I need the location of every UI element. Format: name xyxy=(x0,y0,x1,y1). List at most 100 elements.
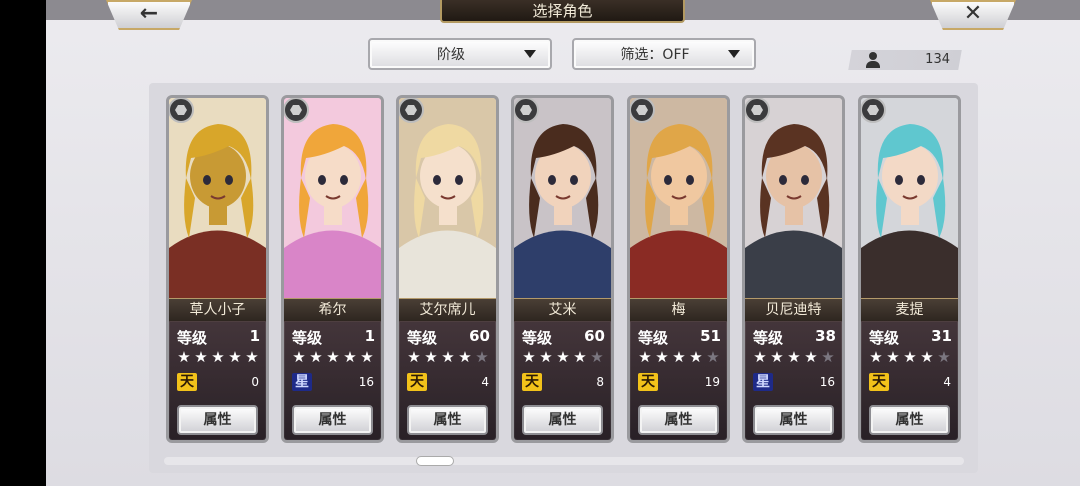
back-button[interactable]: ← xyxy=(106,0,192,30)
star-icon: ★ xyxy=(407,348,420,366)
star-rating: ★ ★ ★ ★ ★ xyxy=(867,349,955,365)
character-card[interactable]: 草人小子 等级 1 ★ ★ ★ ★ ★ 天 0 属性 xyxy=(166,95,269,443)
class-badge-icon xyxy=(861,98,886,123)
level-value: 60 xyxy=(584,327,605,345)
tier-row: 星 16 xyxy=(292,373,376,393)
attributes-button[interactable]: 属性 xyxy=(753,405,834,435)
character-card[interactable]: 梅等级 51 ★ ★ ★ ★ ★ 天 19 属性 xyxy=(627,95,730,443)
star-icon: ★ xyxy=(360,348,373,366)
star-icon: ★ xyxy=(672,348,685,366)
character-name: 艾米 xyxy=(514,298,611,322)
level-row: 等级 51 xyxy=(638,327,721,347)
character-card[interactable]: 艾米 等级 60 ★ ★ ★ ★ ★ 天 8 属性 xyxy=(511,95,614,443)
character-name: 草人小子 xyxy=(169,298,266,322)
attributes-button[interactable]: 属性 xyxy=(522,405,603,435)
rank-sort-dropdown[interactable]: 阶级 xyxy=(368,38,552,70)
attributes-button[interactable]: 属性 xyxy=(407,405,488,435)
horizontal-scrollbar[interactable] xyxy=(164,457,964,465)
character-info-panel: 等级 31 ★ ★ ★ ★ ★ 天 4 属性 xyxy=(861,321,958,440)
close-button[interactable]: ✕ xyxy=(930,0,1016,30)
tier-row: 天4 xyxy=(407,373,491,393)
level-row: 等级 60 xyxy=(407,327,490,347)
star-icon: ★ xyxy=(245,348,258,366)
filter-dropdown[interactable]: 筛选：OFF xyxy=(572,38,756,70)
scrollbar-thumb[interactable] xyxy=(416,456,454,466)
star-icon: ★ xyxy=(458,348,471,366)
level-label: 等级 xyxy=(522,329,553,347)
class-badge-icon xyxy=(514,98,539,123)
star-icon: ★ xyxy=(655,348,668,366)
character-info-panel: 等级 38 ★ ★ ★ ★ ★ 星 16 属性 xyxy=(745,321,842,440)
character-name: 梅 xyxy=(630,298,727,322)
star-icon: ★ xyxy=(211,348,224,366)
rank-sort-label: 阶级 xyxy=(437,47,465,63)
level-row: 等级 31 xyxy=(869,327,952,347)
star-icon: ★ xyxy=(903,348,916,366)
character-name: 麦提 xyxy=(861,298,958,322)
character-card[interactable]: 贝尼迪特 等级 38 ★ ★ ★ ★ ★ 星 16 属性 xyxy=(742,95,845,443)
tier-count: 4 xyxy=(943,375,951,389)
tier-count: 4 xyxy=(481,375,489,389)
attributes-button[interactable]: 属性 xyxy=(177,405,258,435)
character-portrait xyxy=(630,98,727,298)
chevron-down-icon xyxy=(728,50,740,58)
star-rating: ★ ★ ★ ★ ★ xyxy=(636,349,724,365)
star-rating: ★ ★ ★ ★ ★ xyxy=(405,349,493,365)
back-arrow-icon: ← xyxy=(139,0,159,26)
attributes-button[interactable]: 属性 xyxy=(638,405,719,435)
level-label: 等级 xyxy=(292,329,323,347)
tier-icon: 天 xyxy=(407,373,427,391)
tier-row: 天8 xyxy=(522,373,606,393)
tier-icon: 星 xyxy=(753,373,773,391)
level-label: 等级 xyxy=(407,329,438,347)
star-icon: ★ xyxy=(787,348,800,366)
filter-label: 筛选：OFF xyxy=(620,47,690,63)
character-name: 艾尔席儿 xyxy=(399,298,496,322)
character-card[interactable]: 希尔 等级 1 ★ ★ ★ ★ ★ 星 16 属性 xyxy=(281,95,384,443)
character-card[interactable]: 艾尔席儿 等级 60 ★ ★ ★ ★ ★ 天 4 属性 xyxy=(396,95,499,443)
tier-icon: 天 xyxy=(522,373,542,391)
level-value: 60 xyxy=(469,327,490,345)
chevron-down-icon xyxy=(524,50,536,58)
star-icon: ★ xyxy=(522,348,535,366)
close-icon: ✕ xyxy=(963,0,983,26)
character-info-panel: 等级 60 ★ ★ ★ ★ ★ 天 8 属性 xyxy=(514,321,611,440)
star-icon: ★ xyxy=(326,348,339,366)
tier-count: 0 xyxy=(251,375,259,389)
tier-row: 天4 xyxy=(869,373,953,393)
character-portrait xyxy=(284,98,381,298)
character-portrait xyxy=(514,98,611,298)
star-icon: ★ xyxy=(689,348,702,366)
level-label: 等级 xyxy=(638,329,669,347)
level-row: 等级 60 xyxy=(522,327,605,347)
star-rating: ★ ★ ★ ★ ★ xyxy=(290,349,378,365)
star-icon: ★ xyxy=(475,348,488,366)
star-icon: ★ xyxy=(441,348,454,366)
attributes-button[interactable]: 属性 xyxy=(292,405,373,435)
star-icon: ★ xyxy=(886,348,899,366)
tier-row: 星 16 xyxy=(753,373,837,393)
level-value: 1 xyxy=(249,327,260,345)
star-icon: ★ xyxy=(556,348,569,366)
tier-row: 天 19 xyxy=(638,373,722,393)
character-card[interactable]: 麦提 等级 31 ★ ★ ★ ★ ★ 天 4 属性 xyxy=(858,95,961,443)
level-label: 等级 xyxy=(753,329,784,347)
star-icon: ★ xyxy=(920,348,933,366)
level-value: 38 xyxy=(815,327,836,345)
character-count: 134 xyxy=(925,52,950,67)
tier-icon: 天 xyxy=(638,373,658,391)
tier-count: 19 xyxy=(704,375,720,389)
character-info-panel: 等级 51 ★ ★ ★ ★ ★ 天 19 属性 xyxy=(630,321,727,440)
tier-icon: 星 xyxy=(292,373,312,391)
level-row: 等级 1 xyxy=(292,327,375,347)
level-label: 等级 xyxy=(177,329,208,347)
character-info-panel: 等级 1 ★ ★ ★ ★ ★ 星 16 属性 xyxy=(284,321,381,440)
class-badge-icon xyxy=(169,98,194,123)
tier-row: 天0 xyxy=(177,373,261,393)
character-portrait xyxy=(861,98,958,298)
character-portrait xyxy=(399,98,496,298)
star-icon: ★ xyxy=(309,348,322,366)
star-icon: ★ xyxy=(590,348,603,366)
attributes-button[interactable]: 属性 xyxy=(869,405,950,435)
tier-icon: 天 xyxy=(869,373,889,391)
